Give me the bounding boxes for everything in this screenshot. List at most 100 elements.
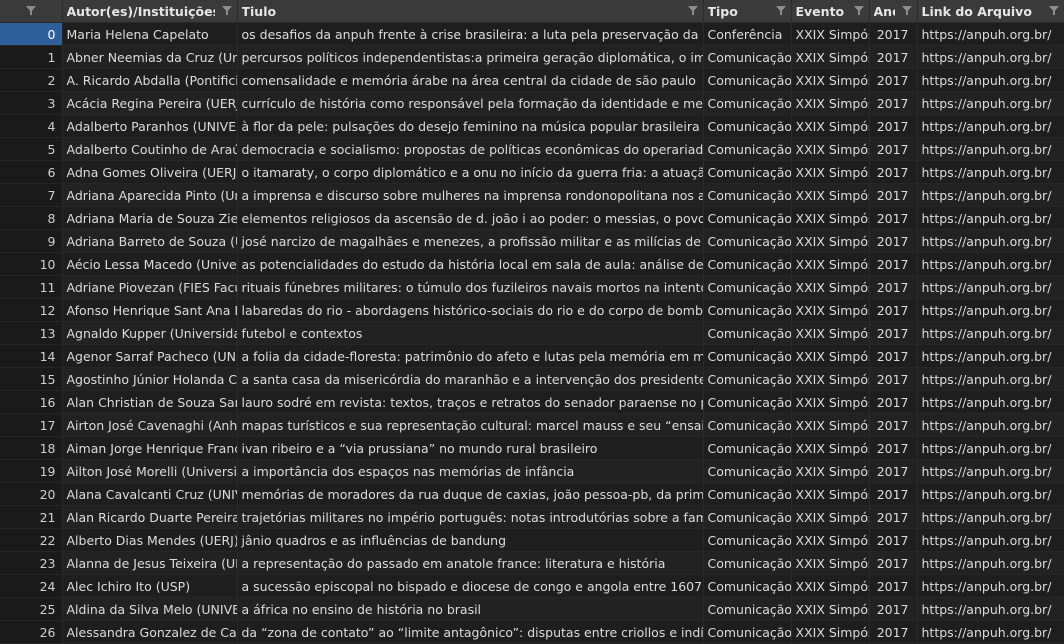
- table-row[interactable]: 19 Ailton José Morelli (Universic a import…: [0, 459, 1064, 483]
- row-index[interactable]: 19: [0, 459, 63, 483]
- cell-ano[interactable]: 2017: [869, 597, 918, 621]
- cell-link[interactable]: https://anpuh.org.br/: [917, 528, 1064, 552]
- cell-ano[interactable]: 2017: [869, 505, 918, 529]
- row-index[interactable]: 5: [0, 137, 63, 161]
- cell-link[interactable]: https://anpuh.org.br/: [917, 114, 1064, 138]
- cell-evento[interactable]: XXIX Simpós: [791, 91, 870, 115]
- cell-ano[interactable]: 2017: [869, 459, 918, 483]
- table-row[interactable]: 20 Alana Cavalcanti Cruz (UNIVE memórias d…: [0, 482, 1064, 506]
- table-row[interactable]: 18 Aiman Jorge Henrique Franc ivan ribeiro…: [0, 436, 1064, 460]
- cell-tipo[interactable]: Comunicação: [703, 321, 792, 345]
- cell-autor[interactable]: Adriana Maria de Souza Ziere: [62, 206, 238, 230]
- cell-autor[interactable]: Adriana Aparecida Pinto (Uni: [62, 183, 238, 207]
- cell-tipo[interactable]: Comunicação: [703, 574, 792, 598]
- cell-autor[interactable]: Aécio Lessa Macedo (Univers: [62, 252, 238, 276]
- cell-link[interactable]: https://anpuh.org.br/: [917, 574, 1064, 598]
- cell-titulo[interactable]: à flor da pele: pulsações do desejo femi…: [237, 114, 704, 138]
- cell-autor[interactable]: Aldina da Silva Melo (UNIVEF: [62, 597, 238, 621]
- cell-autor[interactable]: Alec Ichiro Ito (USP): [62, 574, 238, 598]
- cell-tipo[interactable]: Comunicação: [703, 45, 792, 69]
- cell-ano[interactable]: 2017: [869, 528, 918, 552]
- cell-titulo[interactable]: a sucessão episcopal no bispado e dioces…: [237, 574, 704, 598]
- cell-titulo[interactable]: percursos políticos independentistas:a p…: [237, 45, 704, 69]
- cell-link[interactable]: https://anpuh.org.br/: [917, 229, 1064, 253]
- cell-evento[interactable]: XXIX Simpós: [791, 229, 870, 253]
- cell-titulo[interactable]: da “zona de contato” ao “limite antagôni…: [237, 620, 704, 644]
- cell-evento[interactable]: XXIX Simpós: [791, 505, 870, 529]
- cell-evento[interactable]: XXIX Simpós: [791, 413, 870, 437]
- cell-titulo[interactable]: a santa casa da misericórdia do maranhão…: [237, 367, 704, 391]
- cell-tipo[interactable]: Conferência: [703, 22, 792, 46]
- cell-autor[interactable]: Alessandra Gonzalez de Carv: [62, 620, 238, 644]
- cell-evento[interactable]: XXIX Simpós: [791, 436, 870, 460]
- cell-tipo[interactable]: Comunicação: [703, 597, 792, 621]
- row-index[interactable]: 11: [0, 275, 63, 299]
- column-header-link[interactable]: Link do Arquivo: [917, 0, 1064, 23]
- cell-evento[interactable]: XXIX Simpós: [791, 275, 870, 299]
- column-header-evento[interactable]: Evento: [791, 0, 870, 23]
- cell-titulo[interactable]: ivan ribeiro e a “via prussiana” no mund…: [237, 436, 704, 460]
- table-row[interactable]: 4 Adalberto Paranhos (UNIVER à flor da pel…: [0, 114, 1064, 138]
- cell-tipo[interactable]: Comunicação: [703, 183, 792, 207]
- cell-titulo[interactable]: rituais fúnebres militares: o túmulo dos…: [237, 275, 704, 299]
- table-row[interactable]: 5 Adalberto Coutinho de Araúj democracia e…: [0, 137, 1064, 161]
- cell-ano[interactable]: 2017: [869, 91, 918, 115]
- cell-link[interactable]: https://anpuh.org.br/: [917, 436, 1064, 460]
- cell-autor[interactable]: Adriane Piovezan (FIES Facul: [62, 275, 238, 299]
- row-index[interactable]: 20: [0, 482, 63, 506]
- filter-icon[interactable]: [687, 6, 698, 15]
- cell-link[interactable]: https://anpuh.org.br/: [917, 206, 1064, 230]
- row-index[interactable]: 2: [0, 68, 63, 92]
- cell-autor[interactable]: Adriana Barreto de Souza (UI: [62, 229, 238, 253]
- cell-ano[interactable]: 2017: [869, 114, 918, 138]
- cell-tipo[interactable]: Comunicação: [703, 137, 792, 161]
- cell-titulo[interactable]: jânio quadros e as influências de bandun…: [237, 528, 704, 552]
- table-row[interactable]: 11 Adriane Piovezan (FIES Facul rituais fú…: [0, 275, 1064, 299]
- cell-titulo[interactable]: labaredas do rio - abordagens histórico-…: [237, 298, 704, 322]
- cell-titulo[interactable]: comensalidade e memória árabe na área ce…: [237, 68, 704, 92]
- row-index[interactable]: 8: [0, 206, 63, 230]
- row-index[interactable]: 13: [0, 321, 63, 345]
- cell-evento[interactable]: XXIX Simpós: [791, 183, 870, 207]
- cell-tipo[interactable]: Comunicação: [703, 390, 792, 414]
- row-index[interactable]: 1: [0, 45, 63, 69]
- cell-tipo[interactable]: Comunicação: [703, 344, 792, 368]
- cell-titulo[interactable]: elementos religiosos da ascensão de d. j…: [237, 206, 704, 230]
- table-row[interactable]: 23 Alanna de Jesus Teixeira (UFI a represe…: [0, 551, 1064, 575]
- row-index[interactable]: 24: [0, 574, 63, 598]
- cell-link[interactable]: https://anpuh.org.br/: [917, 321, 1064, 345]
- row-index[interactable]: 23: [0, 551, 63, 575]
- cell-titulo[interactable]: democracia e socialismo: propostas de po…: [237, 137, 704, 161]
- cell-evento[interactable]: XXIX Simpós: [791, 298, 870, 322]
- cell-tipo[interactable]: Comunicação: [703, 68, 792, 92]
- cell-evento[interactable]: XXIX Simpós: [791, 344, 870, 368]
- cell-tipo[interactable]: Comunicação: [703, 114, 792, 138]
- cell-ano[interactable]: 2017: [869, 344, 918, 368]
- cell-ano[interactable]: 2017: [869, 413, 918, 437]
- cell-autor[interactable]: Alberto Dias Mendes (UERJ): [62, 528, 238, 552]
- cell-titulo[interactable]: futebol e contextos: [237, 321, 704, 345]
- cell-evento[interactable]: XXIX Simpós: [791, 574, 870, 598]
- cell-autor[interactable]: Agostinho Júnior Holanda Co: [62, 367, 238, 391]
- cell-evento[interactable]: XXIX Simpós: [791, 114, 870, 138]
- cell-titulo[interactable]: as potencialidades do estudo da história…: [237, 252, 704, 276]
- cell-evento[interactable]: XXIX Simpós: [791, 367, 870, 391]
- table-row[interactable]: 3 Acácia Regina Pereira (UERJ currículo de…: [0, 91, 1064, 115]
- filter-icon[interactable]: [221, 6, 232, 15]
- row-index[interactable]: 17: [0, 413, 63, 437]
- filter-icon[interactable]: [901, 6, 912, 15]
- row-index[interactable]: 22: [0, 528, 63, 552]
- cell-titulo[interactable]: josé narcizo de magalhães e menezes, a p…: [237, 229, 704, 253]
- cell-autor[interactable]: Ailton José Morelli (Universic: [62, 459, 238, 483]
- cell-link[interactable]: https://anpuh.org.br/: [917, 68, 1064, 92]
- cell-titulo[interactable]: a áfrica no ensino de história no brasil: [237, 597, 704, 621]
- cell-ano[interactable]: 2017: [869, 620, 918, 644]
- cell-link[interactable]: https://anpuh.org.br/: [917, 413, 1064, 437]
- table-row[interactable]: 13 Agnaldo Kupper (Universidad futebol e c…: [0, 321, 1064, 345]
- cell-titulo[interactable]: lauro sodré em revista: textos, traços e…: [237, 390, 704, 414]
- cell-titulo[interactable]: trajetórias militares no império portugu…: [237, 505, 704, 529]
- cell-titulo[interactable]: a imprensa e discurso sobre mulheres na …: [237, 183, 704, 207]
- row-index[interactable]: 7: [0, 183, 63, 207]
- cell-evento[interactable]: XXIX Simpós: [791, 528, 870, 552]
- row-index[interactable]: 0: [0, 22, 63, 46]
